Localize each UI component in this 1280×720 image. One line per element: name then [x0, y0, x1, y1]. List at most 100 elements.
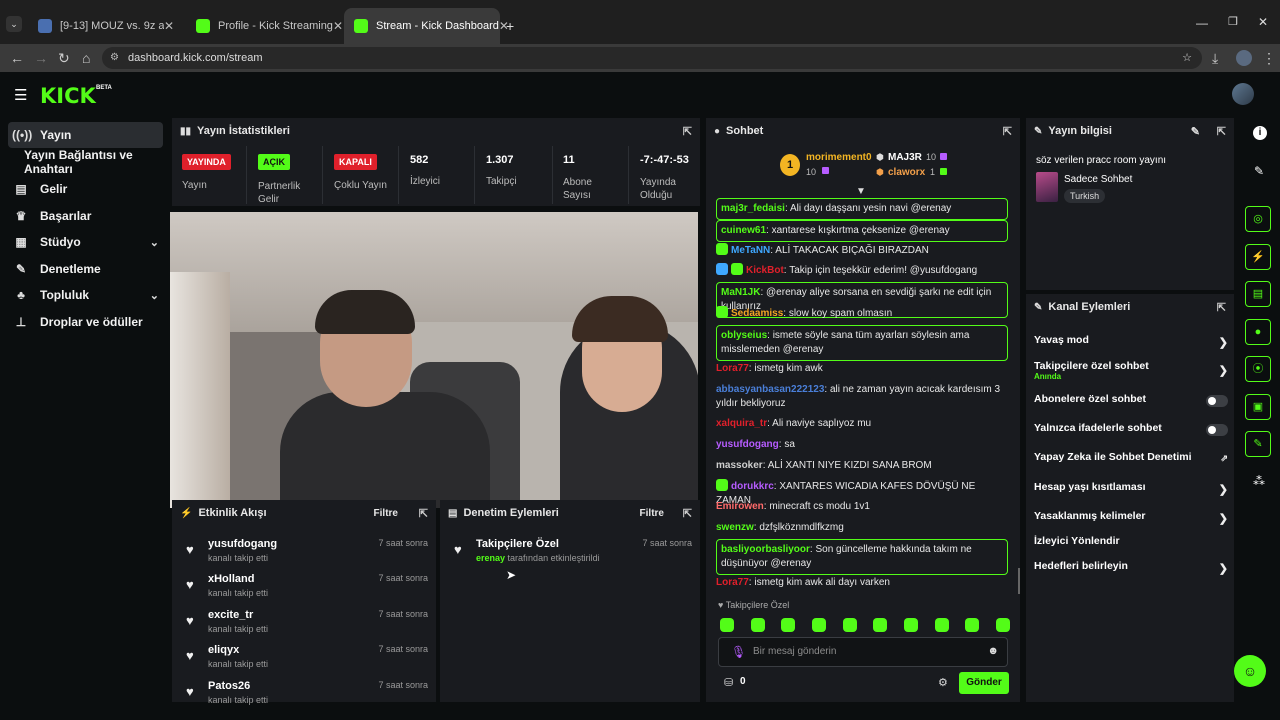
support-chat-icon[interactable]: ☺ [1234, 655, 1266, 687]
back-icon[interactable]: ← [10, 50, 24, 66]
chat-username[interactable]: massoker [716, 460, 763, 471]
emote-icon[interactable] [995, 618, 1010, 632]
chat-username[interactable]: dorukkrc [731, 481, 774, 492]
chat-username[interactable]: maj3r_fedaisi [721, 203, 785, 214]
sidebar-item-gelir[interactable]: ▤ Gelir [8, 176, 163, 202]
chat-username[interactable]: Lora77 [716, 577, 749, 588]
sidebar-item-denetleme[interactable]: ✎ Denetleme [8, 256, 163, 282]
forward-icon[interactable]: → [34, 50, 48, 66]
stream-video-preview[interactable] [170, 212, 698, 508]
broadcast-icon[interactable]: ⦿ [1245, 356, 1271, 382]
restore-icon[interactable]: ❐ [1228, 15, 1238, 28]
document-icon[interactable]: ▤ [1245, 281, 1271, 307]
sidebar-item-studyo[interactable]: ▦ Stüdyo ⌄ [8, 229, 163, 255]
action-raid[interactable]: İzleyici Yönlendir [1034, 535, 1230, 555]
hamburger-menu-icon[interactable]: ☰ [14, 86, 27, 104]
site-info-icon[interactable]: ⚙ [110, 47, 119, 69]
emote-icon[interactable] [934, 618, 949, 632]
emoji-picker-icon[interactable]: ☻ [987, 645, 999, 657]
chevron-down-icon[interactable]: ⌄ [150, 289, 159, 302]
close-icon[interactable]: ✕ [164, 19, 174, 33]
chat-username[interactable]: Emirowen [716, 501, 764, 512]
send-button[interactable]: Gönder [959, 672, 1009, 694]
minimize-icon[interactable]: — [1196, 16, 1208, 30]
chat-username[interactable]: KickBot [746, 265, 784, 276]
wrench-icon[interactable]: ✎ [1245, 431, 1271, 457]
emote-icon[interactable] [720, 618, 734, 632]
bookmark-star-icon[interactable]: ☆ [1182, 47, 1192, 69]
menu-dots-icon[interactable]: ⋮ [1262, 50, 1276, 66]
sidebar-item-topluluk[interactable]: ♣ Topluluk ⌄ [8, 282, 163, 308]
popout-icon[interactable]: ⇱ [683, 125, 692, 138]
chat-username[interactable]: MaN1JK [721, 287, 760, 298]
action-slow-mode[interactable]: Yavaş mod ❯ [1034, 334, 1230, 354]
tab-search-button[interactable]: ⌄ [6, 16, 22, 32]
new-tab-button[interactable]: + [506, 18, 514, 34]
chat-username[interactable]: xalquira_tr [716, 418, 767, 429]
emote-icon[interactable] [750, 618, 765, 632]
stream-info-icon[interactable]: ▣ [1245, 394, 1271, 420]
user-avatar[interactable] [1232, 83, 1254, 105]
follower-name[interactable]: eliqyx [208, 644, 239, 656]
leader-name[interactable]: morimement0 [806, 152, 872, 163]
emote-icon[interactable] [842, 618, 857, 632]
chat-username[interactable]: Lora77 [716, 363, 749, 374]
chat-username[interactable]: cuinew61 [721, 225, 766, 236]
leader-name[interactable]: claworx [888, 167, 925, 178]
emote-icon[interactable] [811, 618, 826, 632]
lightning-icon[interactable]: ⚡ [1245, 244, 1271, 270]
chat-username[interactable]: swenzw [716, 522, 754, 533]
chat-username[interactable]: MeTaNN [731, 245, 770, 256]
info-icon[interactable]: i [1253, 126, 1267, 140]
points-icon[interactable]: ⛁ [724, 676, 733, 689]
browser-tab-3[interactable]: Stream - Kick Dashboard ✕ [344, 8, 509, 44]
browser-tab-1[interactable]: [9-13] MOUZ vs. 9z at BLAST O ✕ [28, 8, 184, 44]
popout-icon[interactable]: ⇱ [683, 507, 692, 520]
popout-icon[interactable]: ⇱ [1003, 125, 1012, 138]
close-icon[interactable]: ✕ [333, 19, 343, 33]
download-icon[interactable]: ⤓ [1212, 50, 1218, 66]
sidebar-item-stream-key[interactable]: Yayın Bağlantısı ve Anahtarı [20, 148, 175, 176]
url-input[interactable]: ⚙ dashboard.kick.com/stream ☆ [102, 47, 1202, 69]
emote-icon[interactable] [781, 618, 796, 632]
kick-logo[interactable]: KICK [40, 84, 96, 108]
collapse-leaderboard-icon[interactable]: ▼ [856, 186, 866, 197]
sidebar-item-droplar[interactable]: ⊥ Droplar ve ödüller [8, 309, 163, 335]
chat-username[interactable]: yusufdogang [716, 439, 779, 450]
follower-name[interactable]: Patos26 [208, 680, 250, 692]
filter-button[interactable]: Filtre [374, 508, 398, 519]
leader-name[interactable]: MAJ3R [888, 152, 922, 163]
chat-username[interactable]: basliyoorbasliyoor [721, 544, 810, 555]
chat-username[interactable]: Sedaamiss [731, 308, 783, 319]
popout-icon[interactable]: ⇱ [1217, 301, 1226, 314]
microphone-icon[interactable]: 🎙 [731, 645, 746, 659]
profile-avatar[interactable] [1236, 50, 1252, 66]
chevron-down-icon[interactable]: ⌄ [150, 236, 159, 249]
edit-pencil-icon[interactable]: ✎ [1191, 125, 1200, 138]
reload-icon[interactable]: ↻ [58, 50, 70, 66]
chat-scrollbar[interactable] [1018, 568, 1020, 594]
action-ai-moderation[interactable]: Yapay Zeka ile Sohbet Denetimi ⇗ [1034, 451, 1230, 471]
action-banned-words[interactable]: Yasaklanmış kelimeler ❯ [1034, 510, 1230, 530]
follower-name[interactable]: xHolland [208, 573, 254, 585]
chat-username[interactable]: oblyseius [721, 330, 767, 341]
sidebar-item-yayin[interactable]: ((•)) Yayın [8, 122, 163, 148]
chat-username[interactable]: abbasyanbasan222123 [716, 384, 824, 395]
filter-button[interactable]: Filtre [640, 508, 664, 519]
close-window-icon[interactable]: ✕ [1258, 15, 1268, 29]
popout-icon[interactable]: ⇱ [419, 507, 428, 520]
emote-icon[interactable] [903, 618, 918, 632]
action-goals[interactable]: Hedefleri belirleyin ❯ [1034, 560, 1230, 580]
chat-input[interactable]: 🎙 Bir mesaj gönderin ☻ [718, 637, 1008, 667]
home-icon[interactable]: ⌂ [82, 50, 90, 66]
subscribers-only-toggle[interactable] [1206, 395, 1228, 407]
edit-icon[interactable]: ✎ [1254, 164, 1264, 178]
follower-name[interactable]: excite_tr [208, 609, 253, 621]
emote-icon[interactable] [873, 618, 888, 632]
emote-icon[interactable] [965, 618, 980, 632]
chat-bubble-icon[interactable]: ● [1245, 319, 1271, 345]
layout-icon[interactable]: ⁂ [1253, 474, 1265, 488]
action-account-age[interactable]: Hesap yaşı kısıtlaması ❯ [1034, 481, 1230, 501]
browser-tab-2[interactable]: Profile - Kick Streaming ✕ [186, 8, 343, 44]
category-name[interactable]: Sadece Sohbet [1064, 174, 1132, 185]
